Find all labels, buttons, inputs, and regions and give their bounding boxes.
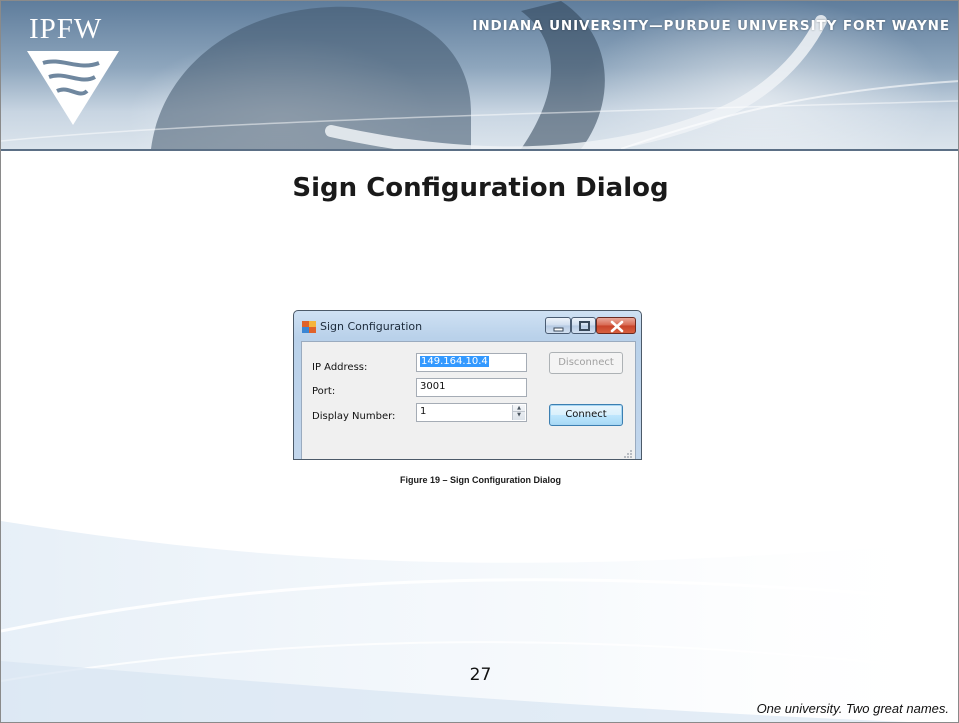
ip-address-input[interactable]: 149.164.10.4: [416, 353, 527, 372]
display-number-label: Display Number:: [312, 411, 396, 422]
slide-title: Sign Configuration Dialog: [292, 173, 669, 203]
disconnect-button[interactable]: Disconnect: [549, 352, 623, 374]
chevron-down-icon[interactable]: ▼: [513, 412, 525, 419]
close-button[interactable]: [596, 317, 636, 334]
minimize-icon: [553, 327, 564, 332]
dialog-titlebar[interactable]: Sign Configuration: [294, 311, 641, 339]
presentation-slide: IPFW INDIANA UNIVERSITY—PURDUE UNIVERSIT…: [0, 0, 959, 723]
dialog-title: Sign Configuration: [320, 320, 423, 333]
maximize-icon: [579, 321, 590, 331]
app-window-icon: [302, 321, 316, 333]
close-icon: [610, 320, 624, 333]
chevron-up-icon[interactable]: ▲: [513, 405, 525, 412]
dialog-content: IP Address: 149.164.10.4 Disconnect Port…: [301, 341, 636, 459]
port-label: Port:: [312, 386, 336, 397]
ip-address-value: 149.164.10.4: [420, 356, 489, 367]
logo-emblem-icon: [27, 51, 119, 125]
display-number-spinner: ▲ ▼: [512, 405, 525, 420]
background-swoosh: [1, 521, 958, 722]
figure-caption: Figure 19 – Sign Configuration Dialog: [399, 475, 561, 485]
port-input[interactable]: 3001: [416, 378, 527, 397]
header-divider: [1, 149, 958, 151]
page-number: 27: [469, 665, 492, 685]
display-number-stepper[interactable]: 1 ▲ ▼: [416, 403, 527, 422]
footer-tagline: One university. Two great names.: [756, 701, 949, 716]
resize-grip-icon[interactable]: [623, 449, 633, 459]
maximize-button[interactable]: [571, 317, 596, 334]
ipfw-logo: IPFW: [21, 13, 131, 133]
university-name: INDIANA UNIVERSITY—PURDUE UNIVERSITY FOR…: [472, 18, 950, 34]
ip-address-label: IP Address:: [312, 362, 368, 373]
sign-configuration-dialog: Sign Configuration IP Address: 149.164.1…: [293, 310, 642, 460]
header-banner: IPFW INDIANA UNIVERSITY—PURDUE UNIVERSIT…: [1, 1, 958, 149]
minimize-button[interactable]: [545, 317, 571, 334]
connect-button[interactable]: Connect: [549, 404, 623, 426]
display-number-value: 1: [420, 406, 427, 417]
